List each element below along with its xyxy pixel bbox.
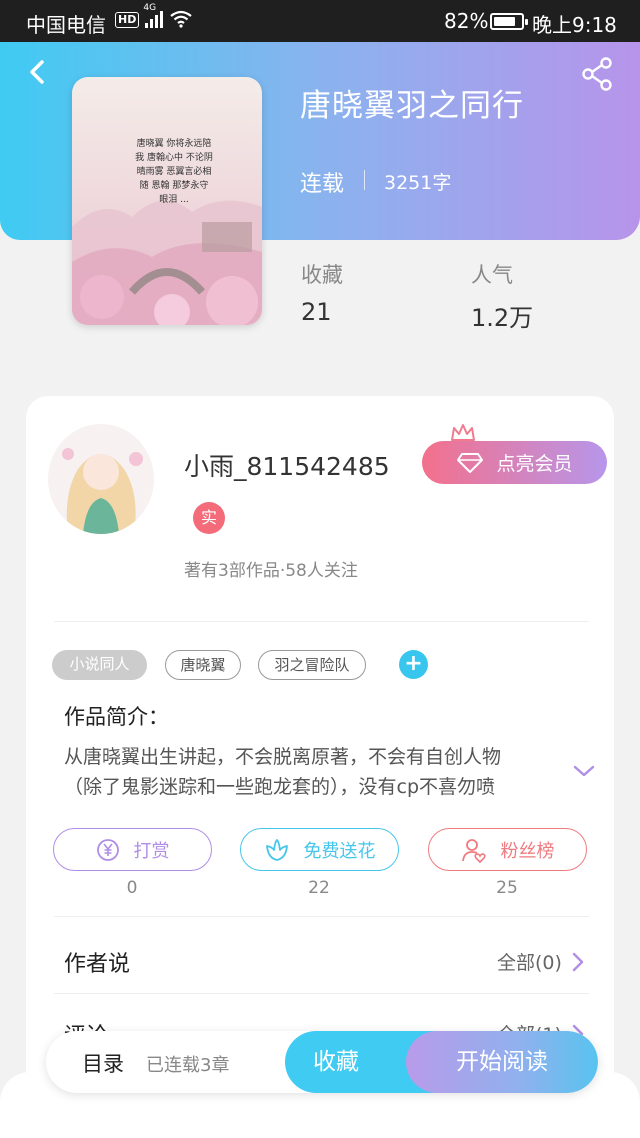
diamond-icon	[457, 452, 484, 473]
share-button[interactable]	[580, 56, 616, 92]
tag-tang-xiaoyi[interactable]: 唐晓翼	[165, 650, 241, 680]
divider	[54, 993, 589, 994]
intro-text: 从唐晓翼出生讲起，不会脱离原著，不会有自创人物 （除了鬼影迷踪和一些跑龙套的），…	[64, 742, 564, 802]
vip-button-label: 点亮会员	[496, 453, 573, 475]
crown-icon	[451, 424, 475, 441]
flower-icon	[265, 838, 288, 861]
book-word-count: 3251字	[384, 172, 452, 194]
tip-button-label: 打赏	[133, 840, 170, 862]
author-name[interactable]: 小雨_811542485	[184, 447, 390, 483]
book-cover[interactable]: 唐晓翼 你将永远陪我 唐翰心中 不论阴晴雨雾 恶翼言必相随 恩翰 那梦永守 眼泪…	[72, 77, 262, 325]
battery-icon	[490, 13, 528, 30]
tip-button[interactable]: 打赏	[53, 828, 212, 871]
chevron-down-icon[interactable]	[572, 762, 596, 780]
fan-count: 25	[496, 878, 518, 898]
book-status: 连载	[300, 172, 345, 197]
wifi-icon	[170, 10, 193, 28]
verified-badge: 实	[193, 502, 225, 534]
intro-title: 作品简介：	[64, 705, 169, 729]
start-reading-button[interactable]: 开始阅读	[406, 1031, 598, 1093]
fan-ranking-label: 粉丝榜	[500, 840, 555, 862]
tag-novel-fanfic[interactable]: 小说同人	[52, 650, 147, 680]
tip-count: 0	[126, 878, 138, 898]
fan-ranking-button[interactable]: 粉丝榜	[428, 828, 587, 871]
divider	[364, 170, 365, 190]
send-flower-button[interactable]: 免费送花	[240, 828, 399, 871]
author-meta: 著有3部作品·58人关注	[184, 561, 358, 581]
chevron-left-icon	[30, 60, 44, 84]
intro-text-line: （除了鬼影迷踪和一些跑龙套的），没有cp不喜勿喷	[64, 776, 496, 798]
author-says-title: 作者说	[64, 952, 131, 977]
stat-label-favorites: 收藏	[301, 263, 343, 287]
tag-adventure-team[interactable]: 羽之冒险队	[258, 650, 366, 680]
status-bar: 中国电信 HD 4G 82% 晚上9:18	[0, 0, 640, 42]
stat-value-favorites: 21	[301, 298, 332, 326]
user-heart-icon	[461, 838, 486, 863]
book-title: 唐晓翼羽之同行	[300, 88, 524, 124]
stat-value-popularity: 1.2万	[471, 304, 534, 332]
clock: 晚上9:18	[532, 13, 617, 37]
divider	[54, 916, 589, 917]
cover-text: 唐晓翼 你将永远陪我 唐翰心中 不论阴晴雨雾 恶翼言必相随 恩翰 那梦永守 眼泪…	[135, 139, 213, 205]
avatar[interactable]	[48, 424, 154, 534]
avatar-image	[48, 424, 154, 534]
vip-button[interactable]: 点亮会员	[422, 441, 607, 484]
stat-label-popularity: 人气	[471, 263, 513, 287]
send-flower-label: 免费送花	[303, 840, 376, 862]
divider	[54, 621, 589, 622]
catalog-button[interactable]: 目录	[82, 1048, 124, 1078]
author-says-all-label: 全部(0)	[497, 952, 562, 974]
bottom-action-bar: 目录 已连载3章 收藏 开始阅读	[46, 1031, 598, 1093]
back-button[interactable]	[24, 56, 52, 88]
yen-coin-icon	[96, 838, 119, 861]
battery-percent: 82%	[444, 9, 489, 33]
chevron-right-icon	[572, 952, 584, 971]
signal-indicators: HD 4G	[115, 3, 193, 28]
cell-signal-icon: 4G	[143, 3, 164, 28]
intro-text-line: 从唐晓翼出生讲起，不会脱离原著，不会有自创人物	[64, 746, 502, 768]
flower-count: 22	[308, 878, 330, 898]
author-says-all-link[interactable]: 全部(0)	[497, 948, 584, 975]
chapter-count: 已连载3章	[146, 1055, 230, 1076]
share-icon	[582, 57, 612, 91]
hd-badge: HD	[115, 12, 140, 28]
carrier-name: 中国电信	[26, 13, 106, 37]
battery-level	[494, 17, 516, 26]
add-tag-button[interactable]: +	[399, 650, 428, 679]
